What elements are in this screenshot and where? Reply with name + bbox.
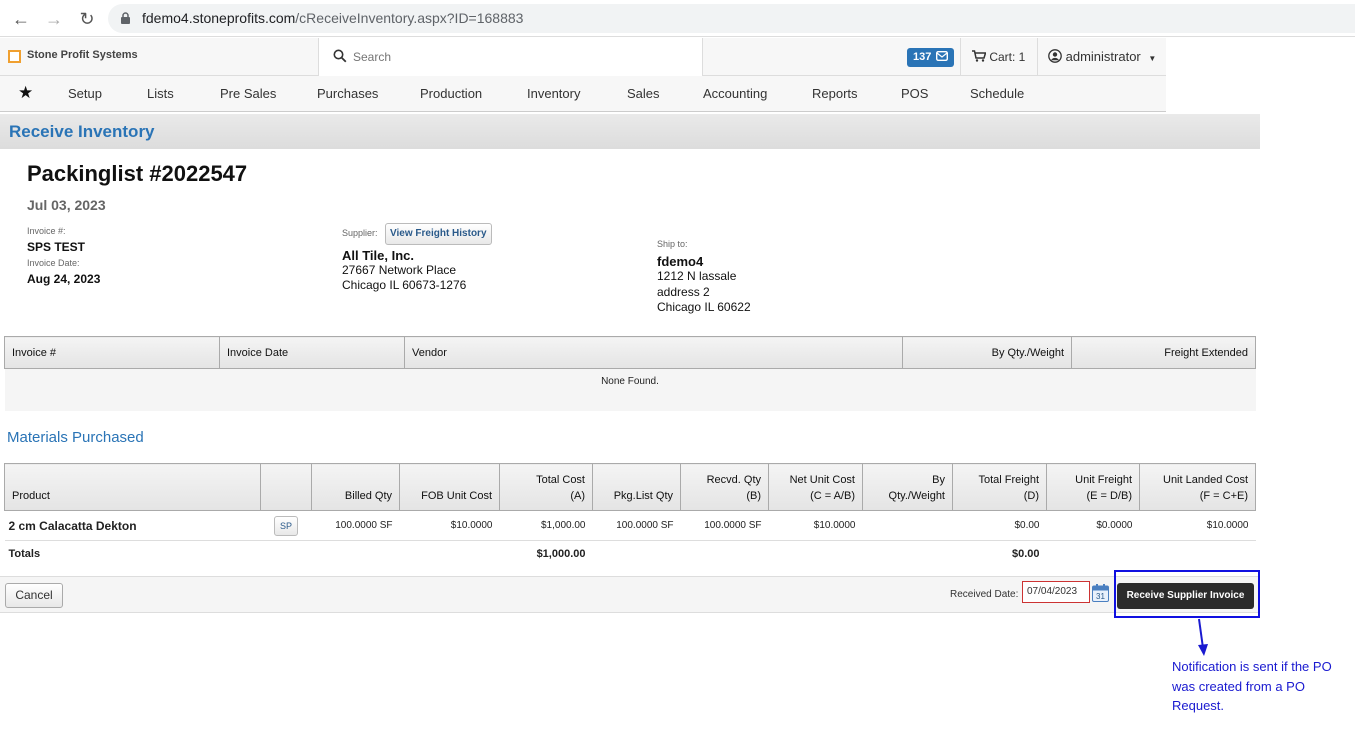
col-total-freight[interactable]: Total Freight (D)	[952, 463, 1047, 511]
menu-reports[interactable]: Reports	[812, 86, 858, 101]
favorites-star-icon[interactable]: ★	[18, 83, 33, 103]
caret-down-icon: ▼	[1148, 54, 1157, 63]
net-unit-cost: $10.0000	[768, 510, 863, 541]
menu-pos[interactable]: POS	[901, 86, 928, 101]
logo-text: Stone Profit Systems	[27, 49, 138, 61]
freight-table: Invoice # Invoice Date Vendor By Qty./We…	[4, 336, 1256, 411]
invoice-date-value: Aug 24, 2023	[27, 272, 101, 286]
url-text: fdemo4.stoneprofits.com/cReceiveInventor…	[142, 10, 524, 26]
forward-arrow-icon[interactable]: →	[44, 9, 64, 29]
col-recvd-qty[interactable]: Recvd. Qty (B)	[680, 463, 769, 511]
product-name[interactable]: 2 cm Calacatta Dekton	[4, 510, 261, 541]
col-net-unit-cost[interactable]: Net Unit Cost (C = A/B)	[768, 463, 863, 511]
col-product[interactable]: Product	[4, 463, 261, 511]
invoice-date-label: Invoice Date:	[27, 258, 80, 268]
packinglist-title: Packinglist #2022547	[27, 161, 248, 186]
col-invoice-date[interactable]: Invoice Date	[219, 336, 405, 369]
col-unit-landed-cost[interactable]: Unit Landed Cost (F = C+E)	[1139, 463, 1256, 511]
supplier-label: Supplier:	[342, 228, 378, 238]
cart-icon	[972, 50, 987, 62]
receive-supplier-invoice-button[interactable]: Receive Supplier Invoice	[1117, 583, 1254, 609]
by-qty-weight	[862, 510, 953, 541]
totals-label: Totals	[8, 547, 41, 560]
lock-icon	[121, 12, 130, 24]
page-title: Receive Inventory	[9, 122, 155, 141]
action-bar: Cancel Received Date: 07/04/2023 31	[0, 576, 1260, 613]
logo-icon	[8, 50, 21, 63]
app-header: Stone Profit Systems 137 Cart: 1 adminis…	[0, 38, 1166, 76]
total-freight: $0.00	[952, 510, 1047, 541]
col-total-cost[interactable]: Total Cost (A)	[499, 463, 593, 511]
annotation-arrow-icon	[1198, 618, 1208, 656]
received-date-label: Received Date:	[950, 589, 1019, 600]
fob-unit-cost: $10.0000	[399, 510, 500, 541]
table-row: 2 cm Calacatta Dekton SP 100.0000 SF $10…	[4, 510, 1256, 541]
annotation-note: Notification is sent if the PO was creat…	[1172, 659, 1332, 713]
reload-icon[interactable]: ↻	[77, 9, 97, 29]
menu-inventory[interactable]: Inventory	[527, 86, 580, 101]
main-menu: ★ Setup Lists Pre Sales Purchases Produc…	[0, 76, 1166, 112]
unit-landed-cost: $10.0000	[1139, 510, 1256, 541]
col-invoice-number[interactable]: Invoice #	[4, 336, 220, 369]
cart-link[interactable]: Cart: 1	[972, 50, 1025, 64]
user-menu[interactable]: administrator ▼	[1048, 49, 1156, 64]
supplier-address-1: 27667 Network Place	[342, 263, 457, 277]
shipto-address-3: Chicago IL 60622	[657, 300, 751, 314]
total-cost: $1,000.00	[499, 510, 593, 541]
address-bar[interactable]: fdemo4.stoneprofits.com/cReceiveInventor…	[108, 4, 1355, 33]
col-sp	[260, 463, 312, 511]
search-icon	[333, 49, 347, 63]
col-pkg-list-qty[interactable]: Pkg.List Qty	[592, 463, 681, 511]
col-freight-extended[interactable]: Freight Extended	[1071, 336, 1256, 369]
menu-purchases[interactable]: Purchases	[317, 86, 378, 101]
shipto-address-1: 1212 N lassale	[657, 269, 737, 283]
envelope-icon	[936, 50, 949, 62]
packinglist-date: Jul 03, 2023	[27, 197, 106, 213]
menu-sales[interactable]: Sales	[627, 86, 660, 101]
menu-setup[interactable]: Setup	[68, 86, 102, 101]
col-unit-freight[interactable]: Unit Freight (E = D/B)	[1046, 463, 1140, 511]
view-freight-history-button[interactable]: View Freight History	[385, 223, 492, 245]
sp-button[interactable]: SP	[274, 515, 298, 536]
menu-pre-sales[interactable]: Pre Sales	[220, 86, 276, 101]
menu-lists[interactable]: Lists	[147, 86, 174, 101]
user-icon	[1048, 49, 1062, 63]
browser-toolbar: ← → ↻ fdemo4.stoneprofits.com/cReceiveIn…	[0, 0, 1355, 37]
recvd-qty: 100.0000 SF	[680, 510, 769, 541]
supplier-name: All Tile, Inc.	[342, 248, 415, 263]
svg-text:31: 31	[1096, 592, 1105, 601]
cancel-button[interactable]: Cancel	[5, 583, 63, 608]
col-fob-unit-cost[interactable]: FOB Unit Cost	[399, 463, 500, 511]
unit-freight: $0.0000	[1046, 510, 1140, 541]
shipto-name: fdemo4	[657, 254, 704, 269]
menu-schedule[interactable]: Schedule	[970, 86, 1024, 101]
notification-badge[interactable]: 137	[907, 48, 955, 67]
col-vendor[interactable]: Vendor	[404, 336, 903, 369]
received-date-input[interactable]: 07/04/2023	[1022, 581, 1090, 603]
totals-total-cost: $1,000.00	[536, 547, 586, 560]
col-by-qty-weight[interactable]: By Qty./Weight	[862, 463, 953, 511]
menu-accounting[interactable]: Accounting	[703, 86, 767, 101]
totals-row: Totals $1,000.00 $0.00	[5, 541, 1256, 567]
sp-cell: SP	[260, 510, 312, 541]
materials-table: Product Billed Qty FOB Unit Cost Total C…	[4, 463, 1256, 567]
totals-total-freight: $0.00	[1011, 547, 1040, 560]
menu-production[interactable]: Production	[420, 86, 482, 101]
supplier-address-2: Chicago IL 60673-1276	[342, 278, 467, 292]
search-input[interactable]	[353, 47, 683, 67]
col-by-qty-weight[interactable]: By Qty./Weight	[902, 336, 1072, 369]
empty-message: None Found.	[4, 368, 1256, 411]
col-billed-qty[interactable]: Billed Qty	[311, 463, 400, 511]
invoice-label: Invoice #:	[27, 226, 66, 236]
page-title-bar: Receive Inventory	[0, 114, 1260, 149]
pkg-list-qty: 100.0000 SF	[592, 510, 681, 541]
search-box	[318, 38, 703, 76]
billed-qty: 100.0000 SF	[311, 510, 400, 541]
shipto-label: Ship to:	[657, 239, 688, 249]
back-arrow-icon[interactable]: ←	[11, 9, 31, 29]
shipto-address-2: address 2	[657, 285, 710, 299]
calendar-icon[interactable]: 31	[1092, 584, 1109, 602]
materials-title: Materials Purchased	[7, 429, 144, 446]
invoice-value: SPS TEST	[27, 240, 86, 254]
